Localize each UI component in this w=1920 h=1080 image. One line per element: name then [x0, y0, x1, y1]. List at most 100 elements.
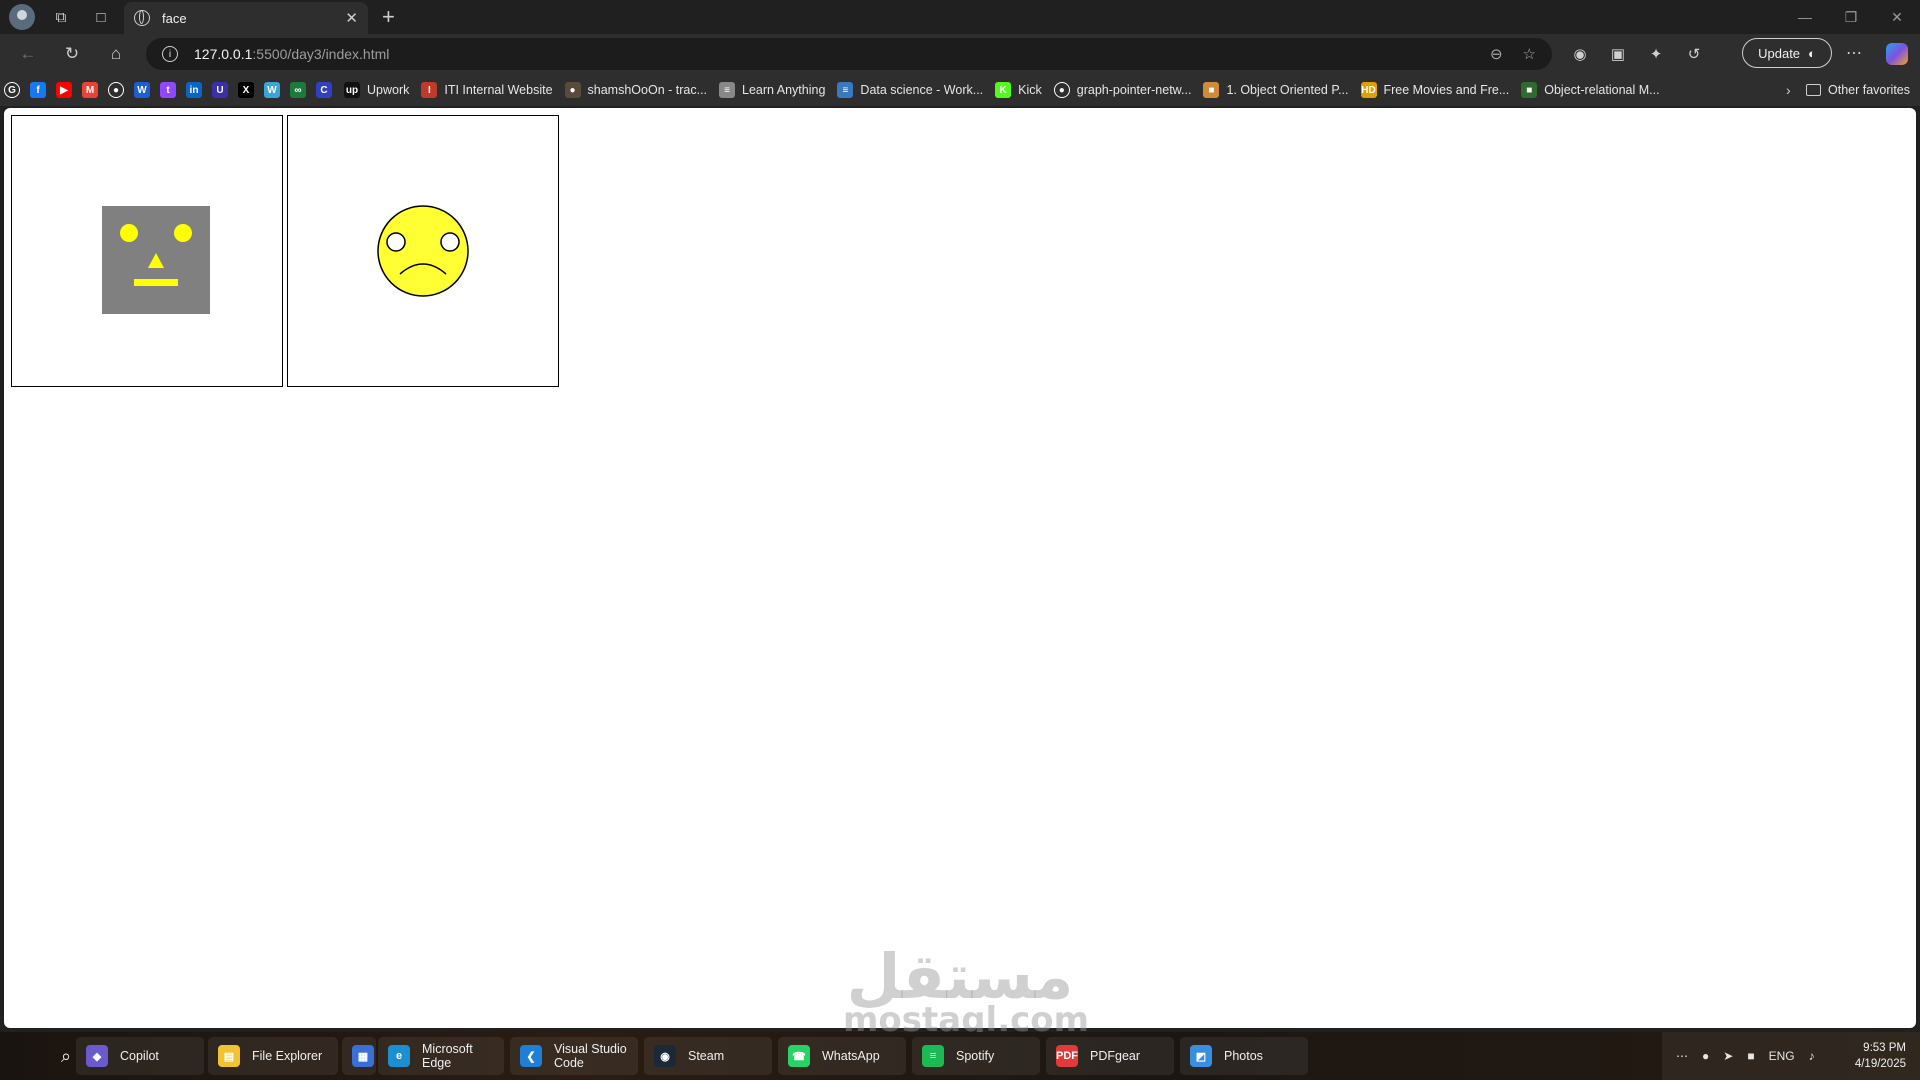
favorite-item[interactable]: ≡ Data science - Work... [837, 82, 983, 98]
favorite-item[interactable]: C [316, 82, 332, 98]
close-tab-icon[interactable]: ✕ [345, 9, 358, 27]
w-icon: W [134, 82, 150, 98]
update-label: Update [1758, 45, 1801, 61]
orm-icon: ■ [1521, 82, 1538, 98]
history-icon[interactable]: ↺ [1684, 44, 1704, 64]
back-icon[interactable]: ← [12, 38, 44, 70]
favorite-item[interactable]: in [186, 82, 202, 98]
language-indicator[interactable]: ENG [1769, 1049, 1795, 1063]
taskbar-item[interactable]: ❮ Visual Studio Code [510, 1037, 638, 1075]
more-options-icon[interactable]: ⋯ [1846, 43, 1862, 63]
favorite-item[interactable]: U [212, 82, 228, 98]
site-info-icon[interactable]: i [162, 46, 178, 62]
favorite-star-icon[interactable]: ☆ [1523, 45, 1536, 63]
profile-avatar[interactable] [9, 4, 35, 30]
favorite-item[interactable]: I ITI Internal Website [421, 82, 553, 98]
favorite-label: 1. Object Oriented P... [1226, 83, 1349, 97]
favorite-label: Kick [1018, 83, 1042, 97]
taskbar-item[interactable]: ≡ Spotify [912, 1037, 1040, 1075]
favorite-item[interactable]: W [134, 82, 150, 98]
restore-button[interactable]: ❐ [1828, 0, 1874, 34]
youtube-icon: ▶ [56, 82, 72, 98]
tray-app-icon[interactable]: ● [1702, 1049, 1709, 1063]
favorite-item[interactable]: ● shamshOoOn - trac... [564, 82, 707, 98]
new-tab-button[interactable]: + [382, 4, 395, 30]
favorite-label: Object-relational M... [1544, 83, 1660, 97]
system-tray: ⋯ ● ➤ ■ ENG ♪ 9:53 PM 4/19/2025 [1662, 1032, 1920, 1080]
other-favorites[interactable]: Other favorites [1806, 74, 1910, 106]
favorite-item[interactable]: ● [108, 82, 124, 98]
favorite-item[interactable]: ≡ Learn Anything [719, 82, 825, 98]
update-button[interactable]: Update ◐ [1742, 38, 1832, 68]
favorite-item[interactable]: ■ Object-relational M... [1521, 82, 1660, 98]
close-window-button[interactable]: ✕ [1874, 0, 1920, 34]
linkedin-icon: in [186, 82, 202, 98]
url-path: :5500/day3/index.html [252, 46, 390, 62]
favorite-item[interactable]: X [238, 82, 254, 98]
taskbar-item[interactable]: ▤ File Explorer [208, 1037, 338, 1075]
taskbar-item[interactable]: ☎ WhatsApp [778, 1037, 906, 1075]
kick-icon: K [995, 82, 1012, 98]
favorite-label: graph-pointer-netw... [1076, 83, 1192, 97]
favorite-item[interactable]: HD Free Movies and Fre... [1360, 82, 1509, 98]
taskbar-item[interactable]: e Microsoft Edge [378, 1037, 504, 1075]
clock[interactable]: 9:53 PM 4/19/2025 [1855, 1040, 1906, 1072]
refresh-icon[interactable]: ↻ [56, 38, 88, 70]
taskbar-item-label: Photos [1224, 1049, 1263, 1063]
notebook-icon: ≡ [837, 82, 854, 98]
extension-circle-icon[interactable]: ◉ [1570, 44, 1590, 64]
minimize-button[interactable]: — [1782, 0, 1828, 34]
folder-icon [1806, 84, 1822, 96]
home-icon[interactable]: ⌂ [100, 38, 132, 70]
favorite-item[interactable]: ■ 1. Object Oriented P... [1203, 82, 1349, 98]
photos-icon: ◩ [1190, 1045, 1212, 1067]
favorite-item[interactable]: t [160, 82, 176, 98]
update-status-icon: ◐ [1808, 45, 1816, 61]
bar-mouth [134, 279, 178, 286]
taskbar-item-label: WhatsApp [822, 1049, 880, 1063]
favorite-item[interactable]: ▶ [56, 82, 72, 98]
window-controls: — ❐ ✕ [1782, 0, 1920, 34]
favorite-item[interactable]: f [30, 82, 46, 98]
extensions-puzzle-icon[interactable]: ✦ [1646, 44, 1666, 64]
taskbar-item[interactable]: PDF PDFgear [1046, 1037, 1174, 1075]
face-circle [377, 205, 469, 297]
favorite-item[interactable]: ● graph-pointer-netw... [1053, 82, 1192, 98]
hd-icon: HD [1360, 82, 1377, 98]
extension-clipboard-icon[interactable]: ▣ [1608, 44, 1628, 64]
favorite-item[interactable]: up Upwork [344, 82, 409, 98]
taskbar-item[interactable]: ▦ [342, 1037, 376, 1075]
browser-tab[interactable]: face ✕ [124, 2, 368, 34]
address-bar[interactable]: i 127.0.0.1:5500/day3/index.html ⊖ ☆ [146, 38, 1552, 70]
favorites-overflow-chevron-icon[interactable]: › [1786, 82, 1791, 98]
zoom-icon[interactable]: ⊖ [1490, 45, 1503, 63]
favorite-item[interactable]: ∞ [290, 82, 306, 98]
url-text[interactable]: 127.0.0.1:5500/day3/index.html [194, 46, 389, 62]
clock-time: 9:53 PM [1863, 1042, 1906, 1054]
store-icon: ▦ [352, 1045, 374, 1067]
favorite-item[interactable]: M [82, 82, 98, 98]
w2-icon: W [264, 82, 280, 98]
url-host: 127.0.0.1 [194, 46, 253, 62]
zoom-tray-icon[interactable]: ■ [1747, 1049, 1754, 1063]
favorite-label: ITI Internal Website [444, 83, 553, 97]
favorite-item[interactable]: W [264, 82, 280, 98]
u-icon: U [212, 82, 228, 98]
page-viewport [4, 108, 1916, 1028]
clock-date: 4/19/2025 [1854, 1058, 1906, 1070]
taskbar-item[interactable]: ◆ Copilot [76, 1037, 204, 1075]
taskbar-item-label: Spotify [956, 1049, 995, 1063]
copilot-sidebar-icon[interactable] [1886, 43, 1908, 65]
volume-icon[interactable]: ♪ [1809, 1049, 1815, 1063]
github-icon: ● [1053, 82, 1070, 98]
taskbar-item[interactable]: ◉ Steam [644, 1037, 772, 1075]
favorite-item[interactable]: G [4, 82, 20, 98]
tab-actions-icon[interactable]: □ [87, 3, 115, 31]
telegram-icon[interactable]: ➤ [1723, 1049, 1733, 1063]
favorite-item[interactable]: K Kick [995, 82, 1042, 98]
facebook-icon: f [30, 82, 46, 98]
twitch-icon: t [160, 82, 176, 98]
taskbar-item[interactable]: ◩ Photos [1180, 1037, 1308, 1075]
tray-overflow-icon[interactable]: ⋯ [1676, 1049, 1688, 1063]
workspaces-icon[interactable]: ⧉ [47, 3, 75, 31]
